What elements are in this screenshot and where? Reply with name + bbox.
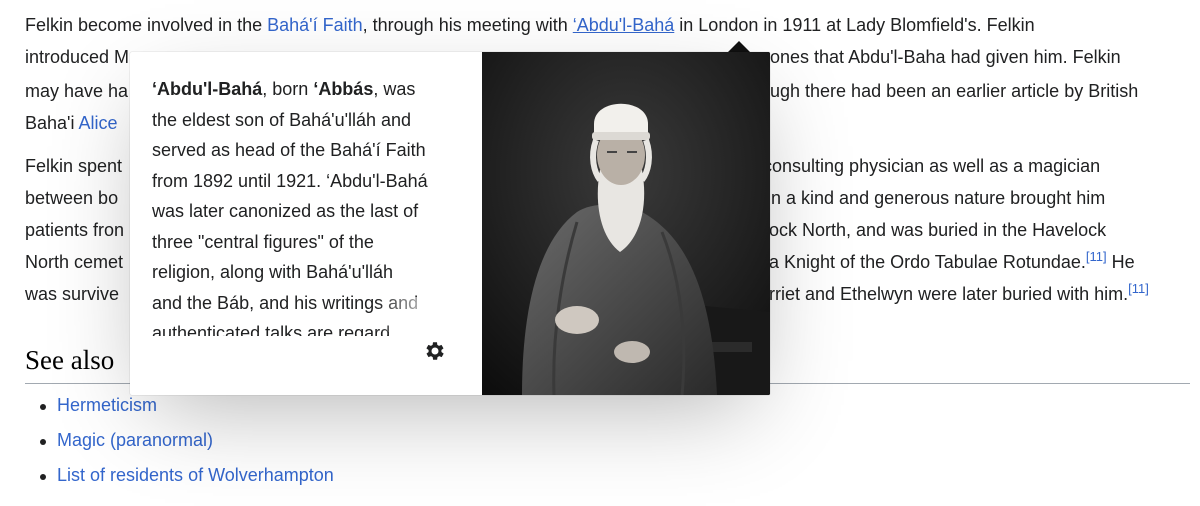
text: Baha'i bbox=[25, 113, 79, 133]
paragraph-line: between bo bbox=[25, 185, 118, 211]
paragraph-line: ugh there had been an earlier article by… bbox=[770, 78, 1138, 104]
text-fade bbox=[375, 297, 460, 332]
text: ock North, and was buried in the Haveloc… bbox=[769, 220, 1107, 240]
paragraph-line: rriet and Ethelwyn were later buried wit… bbox=[769, 281, 1149, 307]
paragraph-line: Felkin become involved in the Bahá'í Fai… bbox=[25, 12, 1035, 38]
bold-name: ‘Abdu'l-Bahá bbox=[152, 79, 263, 99]
link-magic-paranormal[interactable]: Magic (paranormal) bbox=[57, 430, 213, 450]
portrait-photo[interactable] bbox=[482, 52, 770, 395]
paragraph-line: Baha'i Alice bbox=[25, 110, 118, 136]
text: rriet and Ethelwyn were later buried wit… bbox=[769, 284, 1129, 304]
text: in London in 1911 at Lady Blomfield's. F… bbox=[674, 15, 1035, 35]
see-also-list: Hermeticism Magic (paranormal) List of r… bbox=[25, 392, 334, 497]
extract-line: ‘Abdu'l-Bahá, born ‘Abbás, was bbox=[152, 74, 460, 105]
extract-line: served as head of the Bahá'í Faith bbox=[152, 140, 426, 160]
citation-link[interactable]: [11] bbox=[1086, 249, 1107, 264]
extract-line: the eldest son of Bahá'u'lláh and bbox=[152, 109, 412, 130]
text: , was bbox=[373, 79, 416, 99]
link-alice[interactable]: Alice bbox=[78, 113, 117, 133]
text: ugh there had been an earlier article by… bbox=[770, 81, 1139, 101]
paragraph-line: consulting physician as well as a magici… bbox=[763, 153, 1100, 179]
text: a Knight of the Ordo Tabulae Rotundae. bbox=[769, 252, 1086, 272]
link-hermeticism[interactable]: Hermeticism bbox=[57, 395, 157, 415]
extract-line: from 1892 until 1921. ‘Abdu'l-Bahá bbox=[152, 170, 428, 191]
text: patients fron bbox=[25, 220, 125, 240]
list-item: Hermeticism bbox=[25, 392, 334, 427]
text: may have ha bbox=[25, 81, 129, 101]
popup-pointer bbox=[728, 41, 750, 52]
citation-link[interactable]: [11] bbox=[1128, 281, 1149, 296]
link-abdul-baha[interactable]: ‘Abdu'l-Bahá bbox=[573, 15, 675, 35]
list-item: Magic (paranormal) bbox=[25, 427, 334, 462]
bold-name: ‘Abbás bbox=[313, 79, 374, 99]
paragraph-line: a Knight of the Ordo Tabulae Rotundae.[1… bbox=[769, 249, 1135, 275]
text: introduced M bbox=[25, 47, 130, 67]
link-bahai-faith[interactable]: Bahá'í Faith bbox=[267, 15, 363, 35]
paragraph-line: n a kind and generous nature brought him bbox=[771, 185, 1105, 211]
text: North cemet bbox=[25, 252, 124, 272]
text: was survive bbox=[25, 284, 120, 304]
extract-line: was later canonized as the last of bbox=[152, 201, 419, 221]
text: between bo bbox=[25, 188, 119, 208]
paragraph-line: introduced M bbox=[25, 44, 129, 70]
paragraph-line: was survive bbox=[25, 281, 119, 307]
text: , born bbox=[262, 79, 314, 99]
link-residents-wolverhampton[interactable]: List of residents of Wolverhampton bbox=[57, 465, 334, 485]
text: Felkin become involved in the bbox=[25, 15, 268, 35]
text: consulting physician as well as a magici… bbox=[763, 156, 1101, 176]
gear-icon[interactable] bbox=[423, 339, 447, 363]
list-item: List of residents of Wolverhampton bbox=[25, 462, 334, 497]
paragraph-line: patients fron bbox=[25, 217, 124, 243]
page-preview-popup[interactable]: ‘Abdu'l-Bahá, born ‘Abbás, was the eldes… bbox=[130, 52, 770, 395]
extract-line: religion, along with Bahá'u'lláh bbox=[152, 262, 394, 282]
paragraph-line: ock North, and was buried in the Haveloc… bbox=[769, 217, 1106, 243]
paragraph-line: may have ha bbox=[25, 78, 128, 104]
extract-line: three "central figures" of the bbox=[152, 231, 374, 252]
text: n a kind and generous nature brought him bbox=[771, 188, 1106, 208]
text: He bbox=[1106, 252, 1135, 272]
text: Felkin spent bbox=[25, 156, 123, 176]
paragraph-line: ones that Abdu'l-Baha had given him. Fel… bbox=[770, 44, 1121, 70]
text: ones that Abdu'l-Baha had given him. Fel… bbox=[770, 47, 1121, 67]
paragraph-line: North cemet bbox=[25, 249, 123, 275]
paragraph-line: Felkin spent bbox=[25, 153, 122, 179]
text: , through his meeting with bbox=[362, 15, 573, 35]
